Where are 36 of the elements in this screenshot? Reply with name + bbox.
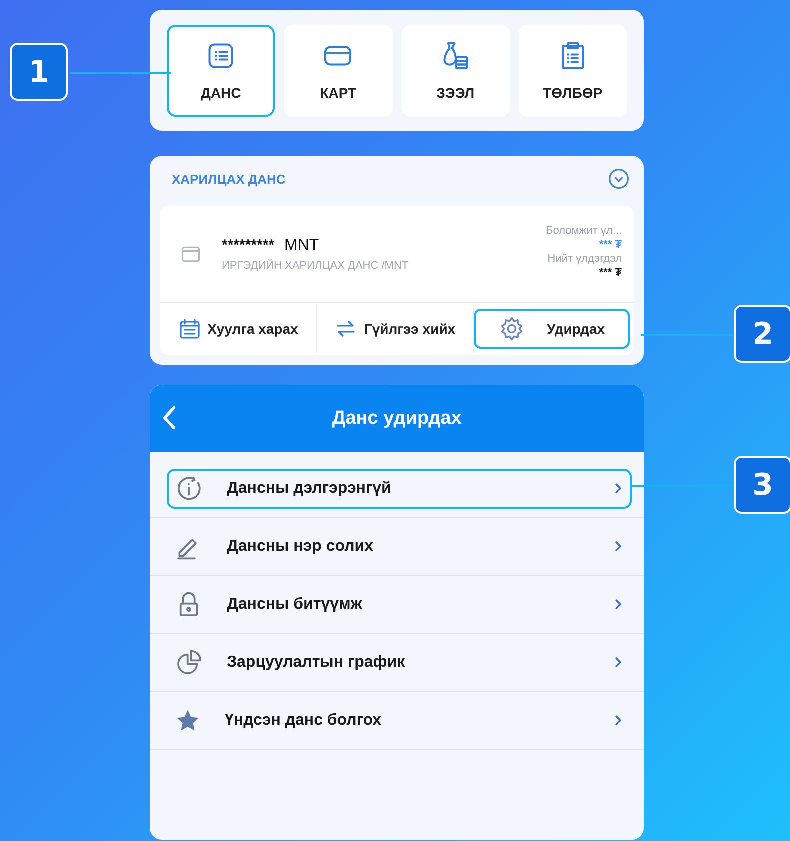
menu-tile[interactable]: ДАНС [167, 25, 276, 117]
list-icon [206, 41, 236, 71]
chevron-right-icon [615, 715, 622, 726]
action-button[interactable]: Хуулга харах [160, 309, 316, 349]
star-icon [175, 708, 201, 734]
step-marker: 2 [734, 305, 790, 363]
available-balance: *** ₮ [599, 239, 622, 251]
chevron-down-icon[interactable] [608, 168, 630, 190]
chevron-right-icon [615, 541, 622, 552]
section-title: ХАРИЛЦАХ ДАНС [172, 172, 286, 186]
pie-chart-icon [175, 648, 203, 676]
menu-item[interactable]: Үндсэн данс болгох [167, 700, 632, 740]
chevron-right-icon [615, 599, 622, 610]
menu-item[interactable]: Дансны нэр солих [167, 526, 632, 566]
account-number: ********* [222, 236, 275, 254]
chevron-right-icon [615, 483, 622, 494]
menu-tile[interactable]: ЗЭЭЛ [402, 25, 510, 117]
menu-item[interactable]: Зарцуулалтын график [167, 642, 632, 682]
menu-item[interactable]: Дансны битүүмж [167, 584, 632, 624]
calendar-icon [178, 317, 202, 341]
available-label: Боломжит үл... [546, 225, 622, 237]
menu-item[interactable]: Дансны дэлгэрэнгүй [167, 468, 632, 508]
step-marker: 3 [734, 456, 790, 514]
menu-tile[interactable]: КАРТ [284, 25, 392, 117]
step-marker: 1 [10, 43, 68, 101]
chevron-right-icon [615, 657, 622, 668]
menu-tile[interactable]: ТӨЛБӨР [518, 25, 627, 117]
total-label: Нийт үлдэгдэл [548, 253, 622, 265]
currency: MNT [284, 236, 320, 254]
settings-icon [499, 316, 525, 342]
account-type: ИРГЭДИЙН ХАРИЛЦАХ ДАНС /MNT [222, 260, 410, 272]
screen-title: Данс удирдах [331, 408, 463, 430]
action-button[interactable]: Удирдах [474, 309, 630, 349]
info-icon [175, 474, 203, 502]
action-button[interactable]: Гүйлгээ хийх [317, 309, 473, 349]
total-balance: *** ₮ [599, 267, 622, 279]
